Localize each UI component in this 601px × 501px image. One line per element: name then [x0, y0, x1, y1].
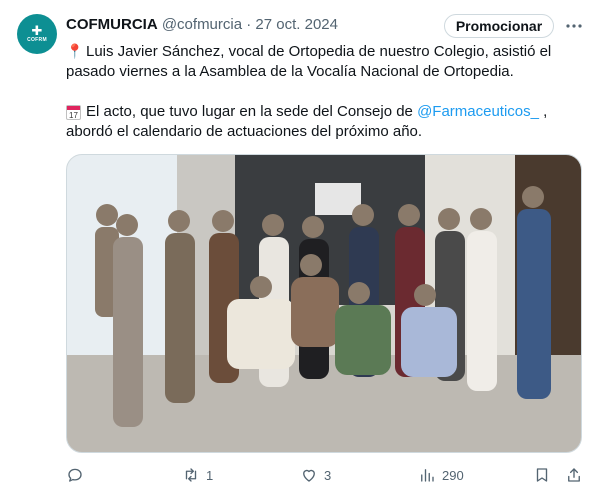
- tweet-date[interactable]: 27 oct. 2024: [255, 16, 338, 33]
- author-name[interactable]: COFMURCIA: [66, 16, 158, 33]
- promote-button[interactable]: Promocionar: [444, 14, 554, 38]
- pin-icon: 📍: [66, 43, 84, 59]
- tweet-actions: 1 3 290: [0, 460, 601, 490]
- tweet-paragraph-2: 17 El acto, que tuvo lugar en la sede del…: [66, 102, 576, 142]
- tweet-photo[interactable]: [66, 154, 582, 453]
- avatar[interactable]: ✚ COFRM: [17, 14, 57, 54]
- tweet-card[interactable]: ✚ COFRM COFMURCIA @cofmurcia · 27 oct. 2…: [0, 0, 601, 501]
- author-handle[interactable]: @cofmurcia: [162, 16, 242, 33]
- calendar-icon: 17: [66, 105, 81, 120]
- views-button[interactable]: 290: [418, 465, 464, 485]
- pharmacy-cross-icon: ✚: [31, 23, 43, 38]
- share-icon: [568, 468, 580, 482]
- retweet-button[interactable]: 1: [182, 465, 213, 485]
- tweet-header: COFMURCIA @cofmurcia · 27 oct. 2024: [66, 15, 338, 35]
- heart-icon: [303, 469, 315, 482]
- tweet-paragraph-1: 📍 Luis Javier Sánchez, vocal de Ortopedia…: [66, 41, 576, 82]
- retweet-count: 1: [206, 467, 214, 483]
- more-options-button[interactable]: [562, 14, 586, 38]
- retweet-icon: [185, 468, 197, 482]
- bookmark-button[interactable]: [533, 465, 551, 485]
- views-chart-icon: [421, 469, 434, 482]
- header-separator: ·: [246, 16, 252, 33]
- bookmark-icon: [536, 468, 548, 482]
- share-button[interactable]: [565, 465, 583, 485]
- mention-link[interactable]: @Farmaceuticos_: [417, 103, 539, 120]
- tweet-line-1: Luis Javier Sánchez, vocal de Ortopedia …: [66, 43, 552, 80]
- avatar-label: COFRM: [27, 37, 47, 43]
- like-count: 3: [324, 467, 332, 483]
- views-count: 290: [442, 467, 464, 483]
- tweet-text: 📍 Luis Javier Sánchez, vocal de Ortopedia…: [66, 41, 576, 142]
- more-dots-icon: [566, 24, 582, 28]
- reply-button[interactable]: [66, 465, 90, 485]
- group-photo-image: [67, 155, 581, 452]
- like-button[interactable]: 3: [300, 465, 331, 485]
- reply-icon: [68, 468, 82, 482]
- tweet-line-2-pre: El acto, que tuvo lugar en la sede del C…: [86, 103, 418, 120]
